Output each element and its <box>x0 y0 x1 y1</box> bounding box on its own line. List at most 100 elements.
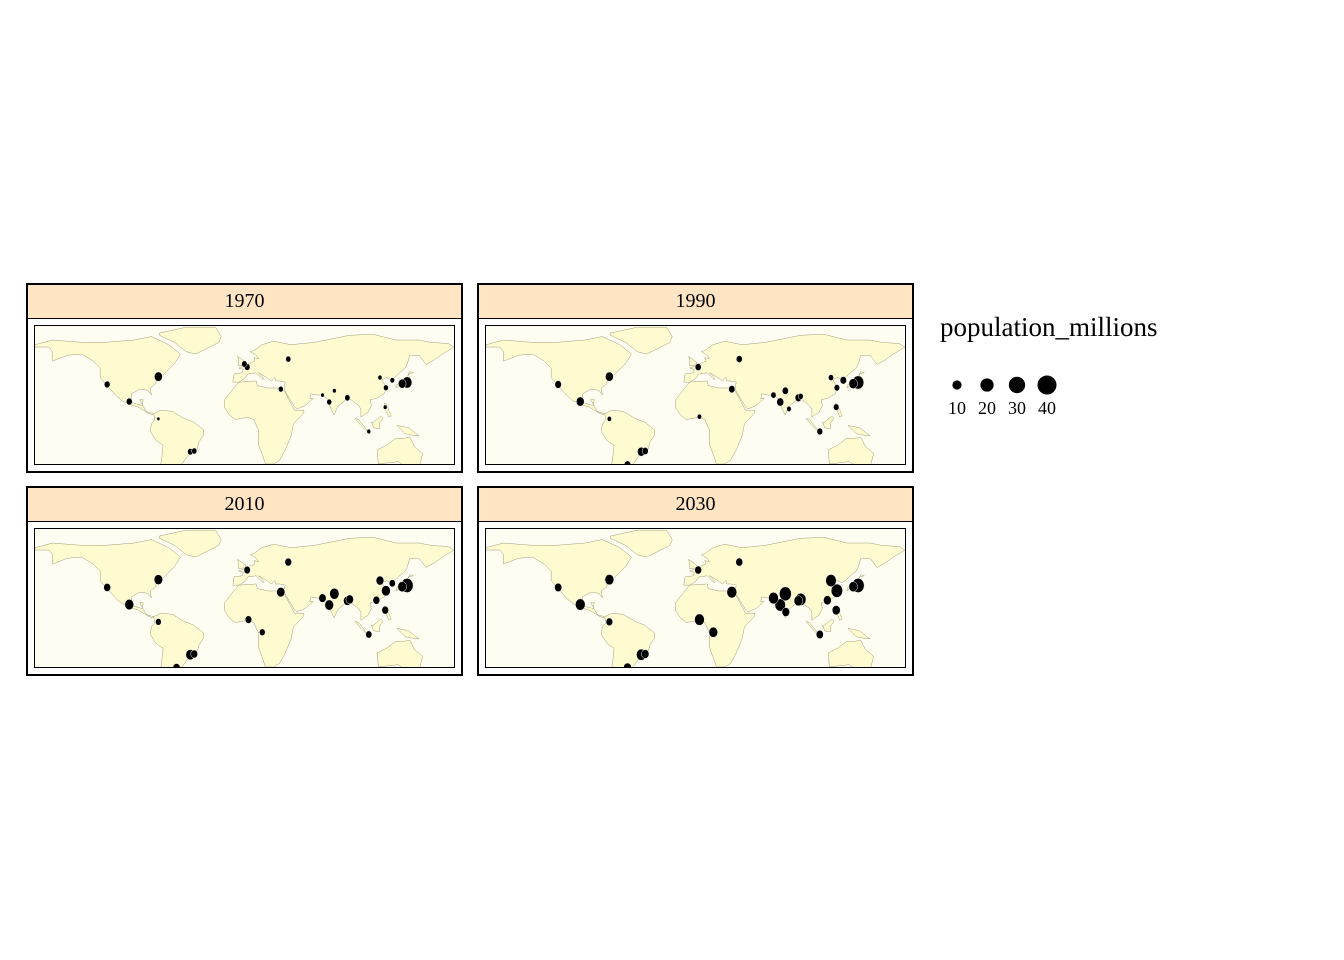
city-bubble <box>833 384 840 392</box>
panel-title: 1970 <box>28 285 461 319</box>
city-bubble <box>381 585 391 597</box>
world-map <box>485 325 906 465</box>
city-bubble <box>377 374 383 381</box>
city-bubble <box>381 605 389 615</box>
city-bubble <box>383 404 388 410</box>
city-bubble <box>243 566 251 575</box>
city-bubble <box>786 405 792 412</box>
city-bubble <box>797 393 804 400</box>
legend-symbol-20 <box>979 377 995 393</box>
city-bubble <box>155 618 162 626</box>
panel-1970: 1970 <box>26 283 463 473</box>
city-bubble <box>241 360 248 368</box>
city-bubble <box>576 396 585 407</box>
panel-title: 2030 <box>479 488 912 522</box>
city-bubble <box>825 574 837 587</box>
city-bubble <box>726 586 738 599</box>
panel-2010: 2010 <box>26 486 463 676</box>
city-bubble <box>366 428 372 435</box>
city-bubble <box>770 391 777 399</box>
city-bubble <box>329 588 340 600</box>
city-bubble <box>284 557 292 567</box>
city-bubble <box>782 386 789 395</box>
city-bubble <box>694 613 705 626</box>
panel-title-text: 2030 <box>675 493 716 515</box>
city-bubble <box>344 394 351 402</box>
legend-symbol-30 <box>1008 376 1026 394</box>
city-bubble <box>793 595 803 607</box>
city-bubble <box>372 595 381 605</box>
city-bubble <box>833 403 840 411</box>
city-bubble <box>816 427 823 436</box>
city-bubble <box>383 384 389 391</box>
city-bubble <box>276 587 286 598</box>
city-bubble <box>318 593 327 603</box>
panel-title: 2010 <box>28 488 461 522</box>
city-bubble <box>735 557 743 567</box>
city-bubble <box>285 355 292 363</box>
city-bubble <box>708 626 718 638</box>
city-bubble <box>694 565 702 575</box>
legend-label-20: 20 <box>978 398 996 418</box>
city-bubble <box>828 374 834 381</box>
city-bubble <box>575 598 586 611</box>
city-bubble <box>604 574 615 586</box>
legend-symbol-40 <box>1036 374 1058 396</box>
legend-label-40: 40 <box>1038 398 1056 418</box>
city-bubble <box>278 386 284 393</box>
city-bubble <box>326 398 332 406</box>
city-bubble <box>320 392 325 398</box>
city-bubble <box>839 376 847 385</box>
city-bubble <box>848 581 858 592</box>
city-bubble <box>153 574 163 585</box>
city-bubble <box>103 583 111 592</box>
city-bubble <box>375 575 385 586</box>
city-bubble <box>605 371 614 382</box>
city-bubble <box>728 385 736 394</box>
city-bubble <box>389 377 395 384</box>
city-bubble <box>398 378 407 389</box>
city-bubble <box>554 582 563 592</box>
panel-title-text: 1970 <box>224 290 265 312</box>
panel-1990: 1990 <box>477 283 914 473</box>
city-bubble <box>104 380 111 389</box>
city-bubble <box>605 617 613 626</box>
city-bubble <box>697 413 702 420</box>
city-bubble <box>190 649 198 659</box>
city-bubble <box>641 649 650 659</box>
city-bubble <box>332 388 337 394</box>
city-bubble <box>624 460 631 464</box>
city-bubble <box>124 599 134 611</box>
city-bubble <box>365 630 373 639</box>
city-bubble <box>397 581 407 593</box>
legend-symbols <box>951 374 1058 396</box>
city-bubble <box>606 416 612 422</box>
panel-title: 1990 <box>479 285 912 319</box>
city-bubble <box>823 595 832 606</box>
city-bubble <box>345 594 354 605</box>
world-map <box>34 325 455 465</box>
legend: population_millions 10 20 30 40 <box>940 312 1200 432</box>
legend-label-30: 30 <box>1008 398 1026 418</box>
legend-label-10: 10 <box>948 398 966 418</box>
city-bubble <box>768 592 779 605</box>
panel-2030: 2030 <box>477 486 914 676</box>
city-bubble <box>776 397 784 407</box>
city-bubble <box>191 447 198 455</box>
panel-title-text: 2010 <box>224 493 265 515</box>
city-bubble <box>736 355 743 363</box>
panel-title-text: 1990 <box>675 290 716 312</box>
world-map <box>34 528 455 668</box>
legend-symbol-10 <box>951 379 963 391</box>
city-bubble <box>694 363 702 371</box>
city-bubble <box>154 371 163 382</box>
city-bubble <box>126 397 133 406</box>
legend-title: population_millions <box>940 312 1158 342</box>
city-bubble <box>554 380 562 389</box>
city-bubble <box>815 630 824 639</box>
city-bubble <box>324 599 334 611</box>
city-bubble <box>781 607 790 617</box>
city-bubble <box>848 378 858 389</box>
city-bubble <box>259 628 266 636</box>
world-map <box>485 528 906 668</box>
